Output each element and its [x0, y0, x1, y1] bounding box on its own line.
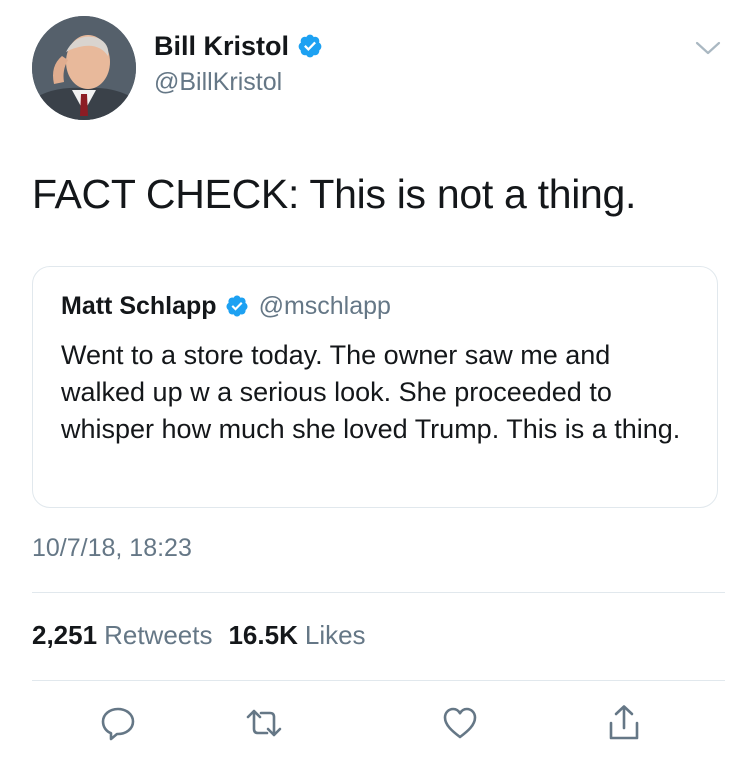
author-name-row: Bill Kristol — [154, 30, 323, 62]
divider — [32, 592, 725, 593]
engagement-stats: 2,251 Retweets 16.5K Likes — [32, 620, 382, 651]
retweets-count[interactable]: 2,251 — [32, 620, 97, 651]
like-button[interactable] — [440, 703, 480, 743]
reply-icon — [101, 707, 135, 741]
likes-count[interactable]: 16.5K — [228, 620, 297, 651]
author-block: Bill Kristol @BillKristol — [154, 30, 323, 97]
quoted-author-handle: @mschlapp — [258, 291, 391, 320]
verified-badge-icon — [226, 295, 248, 317]
heart-icon — [443, 707, 477, 739]
retweet-icon — [246, 709, 282, 737]
divider — [32, 680, 725, 681]
reply-button[interactable] — [98, 703, 138, 743]
author-handle[interactable]: @BillKristol — [154, 68, 323, 97]
quoted-tweet-text: Went to a store today. The owner saw me … — [61, 340, 681, 444]
tweet-text: FACT CHECK: This is not a thing. — [32, 171, 637, 217]
share-icon — [609, 705, 639, 740]
likes-label[interactable]: Likes — [305, 620, 366, 651]
share-button[interactable] — [604, 703, 644, 743]
quoted-tweet-card[interactable]: Matt Schlapp @mschlapp Went to a store t… — [32, 266, 718, 508]
author-avatar[interactable] — [32, 16, 136, 120]
retweets-label[interactable]: Retweets — [104, 620, 212, 651]
author-name[interactable]: Bill Kristol — [154, 31, 289, 62]
chevron-down-icon[interactable] — [694, 38, 722, 58]
quoted-author-name: Matt Schlapp — [61, 291, 217, 320]
tweet-timestamp: 10/7/18, 18:23 — [32, 534, 192, 562]
retweet-button[interactable] — [244, 703, 284, 743]
quoted-tweet-header: Matt Schlapp @mschlapp — [61, 289, 391, 323]
verified-badge-icon — [298, 34, 322, 58]
